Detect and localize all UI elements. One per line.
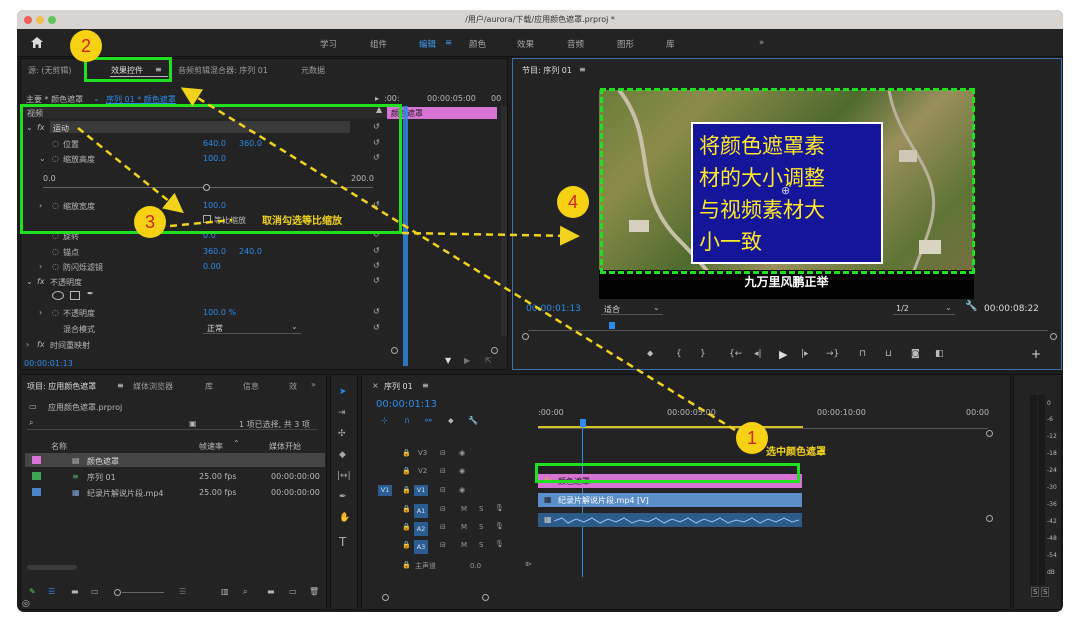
step-3-text: 取消勾选等比缩放 — [262, 216, 342, 227]
annotation-arrows — [77, 87, 736, 432]
step-badge-3: 3 — [134, 206, 166, 238]
step-badge-1: 1 — [736, 422, 768, 454]
step-badge-2: 2 — [70, 30, 102, 62]
step-1-text: 选中颜色遮罩 — [766, 447, 826, 458]
step-badge-4: 4 — [557, 186, 589, 218]
